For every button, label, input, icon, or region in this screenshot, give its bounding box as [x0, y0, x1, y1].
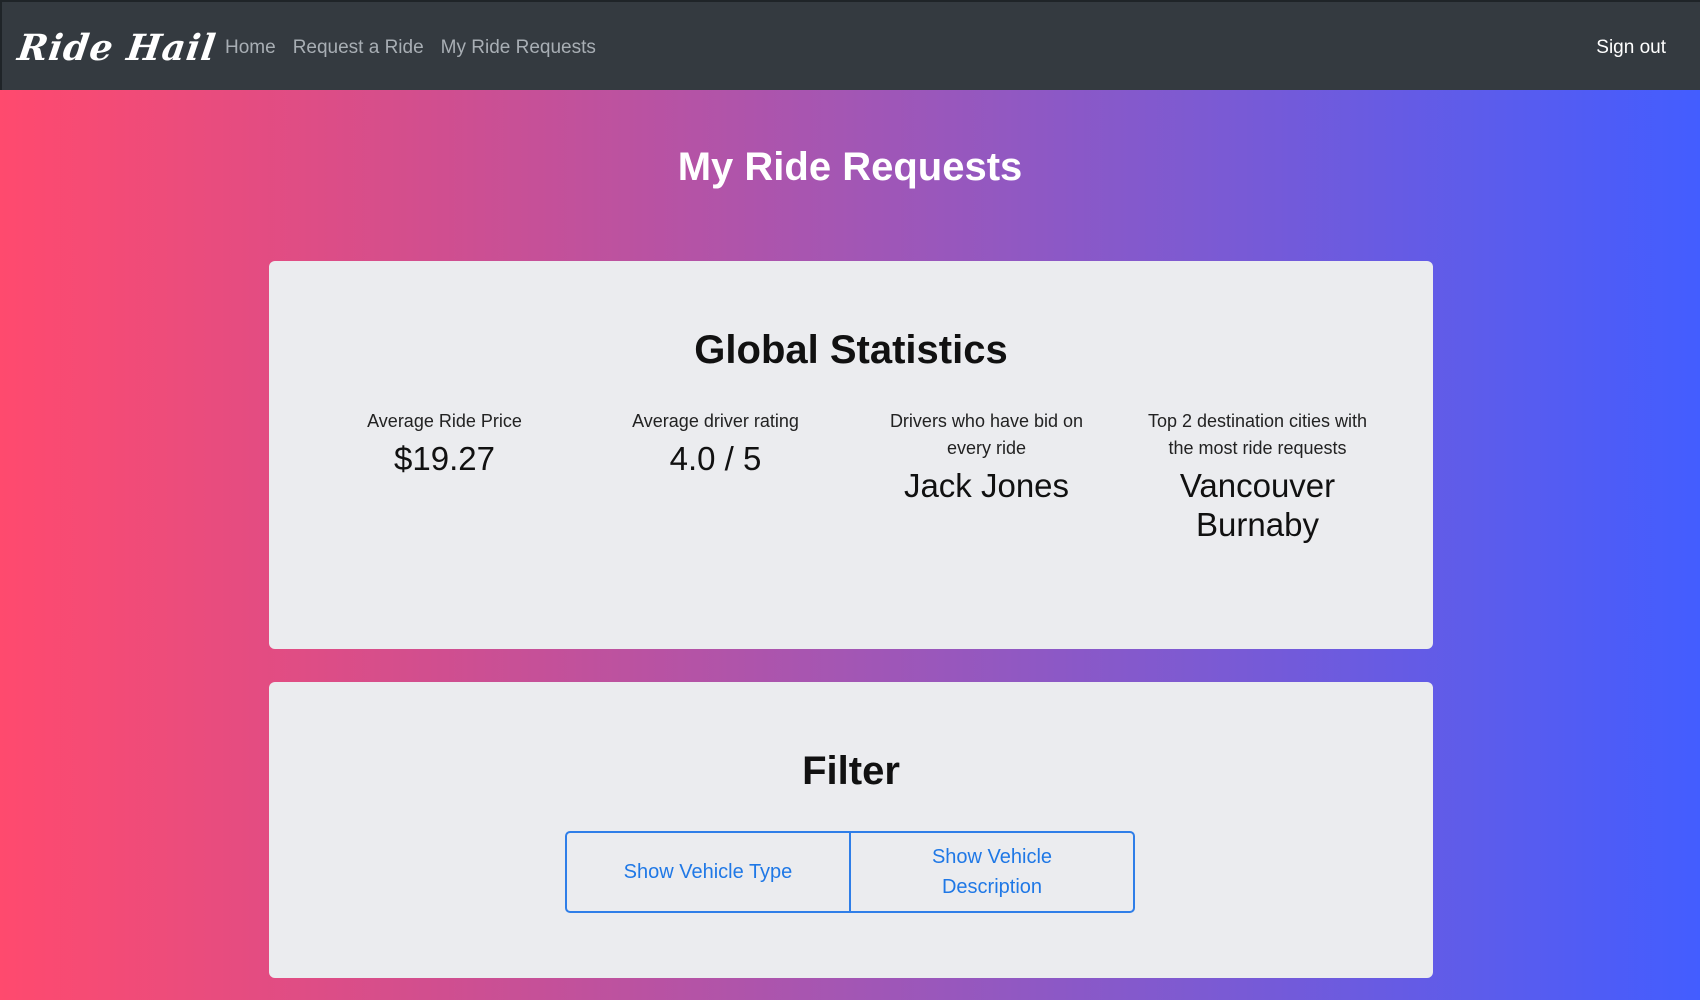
filter-card: Filter Show Vehicle Type Show Vehicle De…: [269, 682, 1433, 978]
page-title: My Ride Requests: [677, 145, 1023, 189]
stat-label: Drivers who have bid on every ride: [889, 411, 1084, 458]
stat-value: $19.27: [394, 440, 495, 477]
nav-link-request-ride[interactable]: Request a Ride: [293, 35, 424, 61]
nav-links: Home Request a Ride My Ride Requests: [225, 35, 596, 61]
stat-value-city-1: Vancouver: [1179, 467, 1336, 504]
global-statistics-card: Global Statistics Average Ride Price $19…: [269, 261, 1433, 649]
stat-drivers-bid-every-ride: Drivers who have bid on every ride Jack …: [851, 408, 1122, 544]
filter-button-group: Show Vehicle Type Show Vehicle Descripti…: [565, 831, 1135, 913]
stat-value: Jack Jones: [903, 467, 1070, 504]
stat-average-driver-rating: Average driver rating 4.0 / 5: [580, 408, 851, 544]
filter-title: Filter: [802, 749, 900, 793]
nav-link-my-ride-requests[interactable]: My Ride Requests: [441, 35, 596, 61]
brand-logo[interactable]: Ride Hail: [15, 26, 219, 70]
show-vehicle-description-button[interactable]: Show Vehicle Description: [849, 833, 1133, 911]
top-navbar: Ride Hail Home Request a Ride My Ride Re…: [0, 0, 1700, 90]
sign-out-link[interactable]: Sign out: [1596, 35, 1666, 61]
show-vehicle-type-button[interactable]: Show Vehicle Type: [567, 833, 849, 911]
stats-row: Average Ride Price $19.27 Average driver…: [269, 408, 1433, 544]
stat-average-ride-price: Average Ride Price $19.27: [309, 408, 580, 544]
stat-top-destination-cities: Top 2 destination cities with the most r…: [1122, 408, 1393, 544]
stat-label: Top 2 destination cities with the most r…: [1147, 411, 1368, 458]
stat-value: 4.0 / 5: [669, 440, 762, 477]
global-statistics-title: Global Statistics: [694, 328, 1008, 372]
stat-label: Average driver rating: [632, 411, 799, 431]
stat-value-city-2: Burnaby: [1196, 506, 1319, 543]
nav-link-home[interactable]: Home: [225, 35, 276, 61]
stat-label: Average Ride Price: [367, 411, 522, 431]
